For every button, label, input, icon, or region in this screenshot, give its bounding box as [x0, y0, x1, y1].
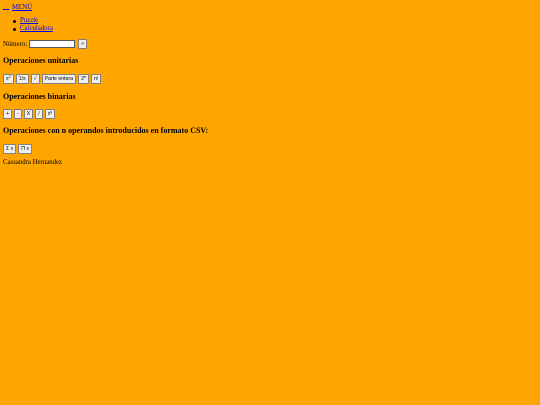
nav-list: Puzzle Calculadora	[8, 17, 53, 33]
reciprocal-button[interactable]: 1/x	[15, 74, 29, 84]
author-name: Cassandra Hernandez	[3, 159, 63, 166]
multiply-button[interactable]: X	[23, 109, 34, 119]
binary-buttons-row: + - X / xy	[3, 109, 57, 119]
binary-section-title: Operaciones binarias	[3, 92, 76, 101]
square-exponent: 2	[8, 75, 11, 79]
numero-submit-button[interactable]: »	[78, 39, 88, 49]
factorial-button[interactable]: n!	[91, 74, 102, 84]
subtract-button[interactable]: -	[14, 109, 22, 119]
nav-link-calculadora[interactable]: Calculadora	[20, 25, 53, 32]
nav-item-calculadora: Calculadora	[8, 25, 53, 33]
power-of-two-button[interactable]: 2n	[78, 74, 90, 84]
product-button[interactable]: Π x	[18, 144, 33, 154]
sqrt-button[interactable]: √	[30, 74, 40, 84]
page: MENÚ Puzzle Calculadora Número: » Operac…	[0, 0, 540, 405]
unary-buttons-row: x2 1/x √ Parte entera 2n n!	[3, 74, 103, 84]
unary-section-title: Operaciones unitarias	[3, 56, 79, 65]
menu-bar: MENÚ	[3, 2, 32, 12]
numero-row: Número: »	[3, 39, 89, 49]
sum-button[interactable]: Σ x	[3, 144, 17, 154]
power-button[interactable]: xy	[44, 109, 56, 119]
power-of-two-exponent: n	[83, 75, 87, 79]
power-exponent: y	[50, 110, 53, 114]
numero-input[interactable]	[29, 40, 76, 48]
integer-part-button[interactable]: Parte entera	[41, 74, 77, 84]
divide-button[interactable]: /	[35, 109, 43, 119]
nary-section-title: Operaciones con n operandos introducidos…	[3, 126, 209, 135]
numero-label: Número:	[3, 40, 28, 48]
nary-buttons-row: Σ x Π x	[3, 144, 34, 154]
menu-link[interactable]: MENÚ	[12, 4, 32, 11]
hamburger-icon[interactable]	[3, 4, 10, 10]
add-button[interactable]: +	[3, 109, 13, 119]
nav-link-puzzle[interactable]: Puzzle	[20, 17, 38, 24]
square-button[interactable]: x2	[3, 74, 14, 84]
nav-item-puzzle: Puzzle	[8, 17, 53, 25]
